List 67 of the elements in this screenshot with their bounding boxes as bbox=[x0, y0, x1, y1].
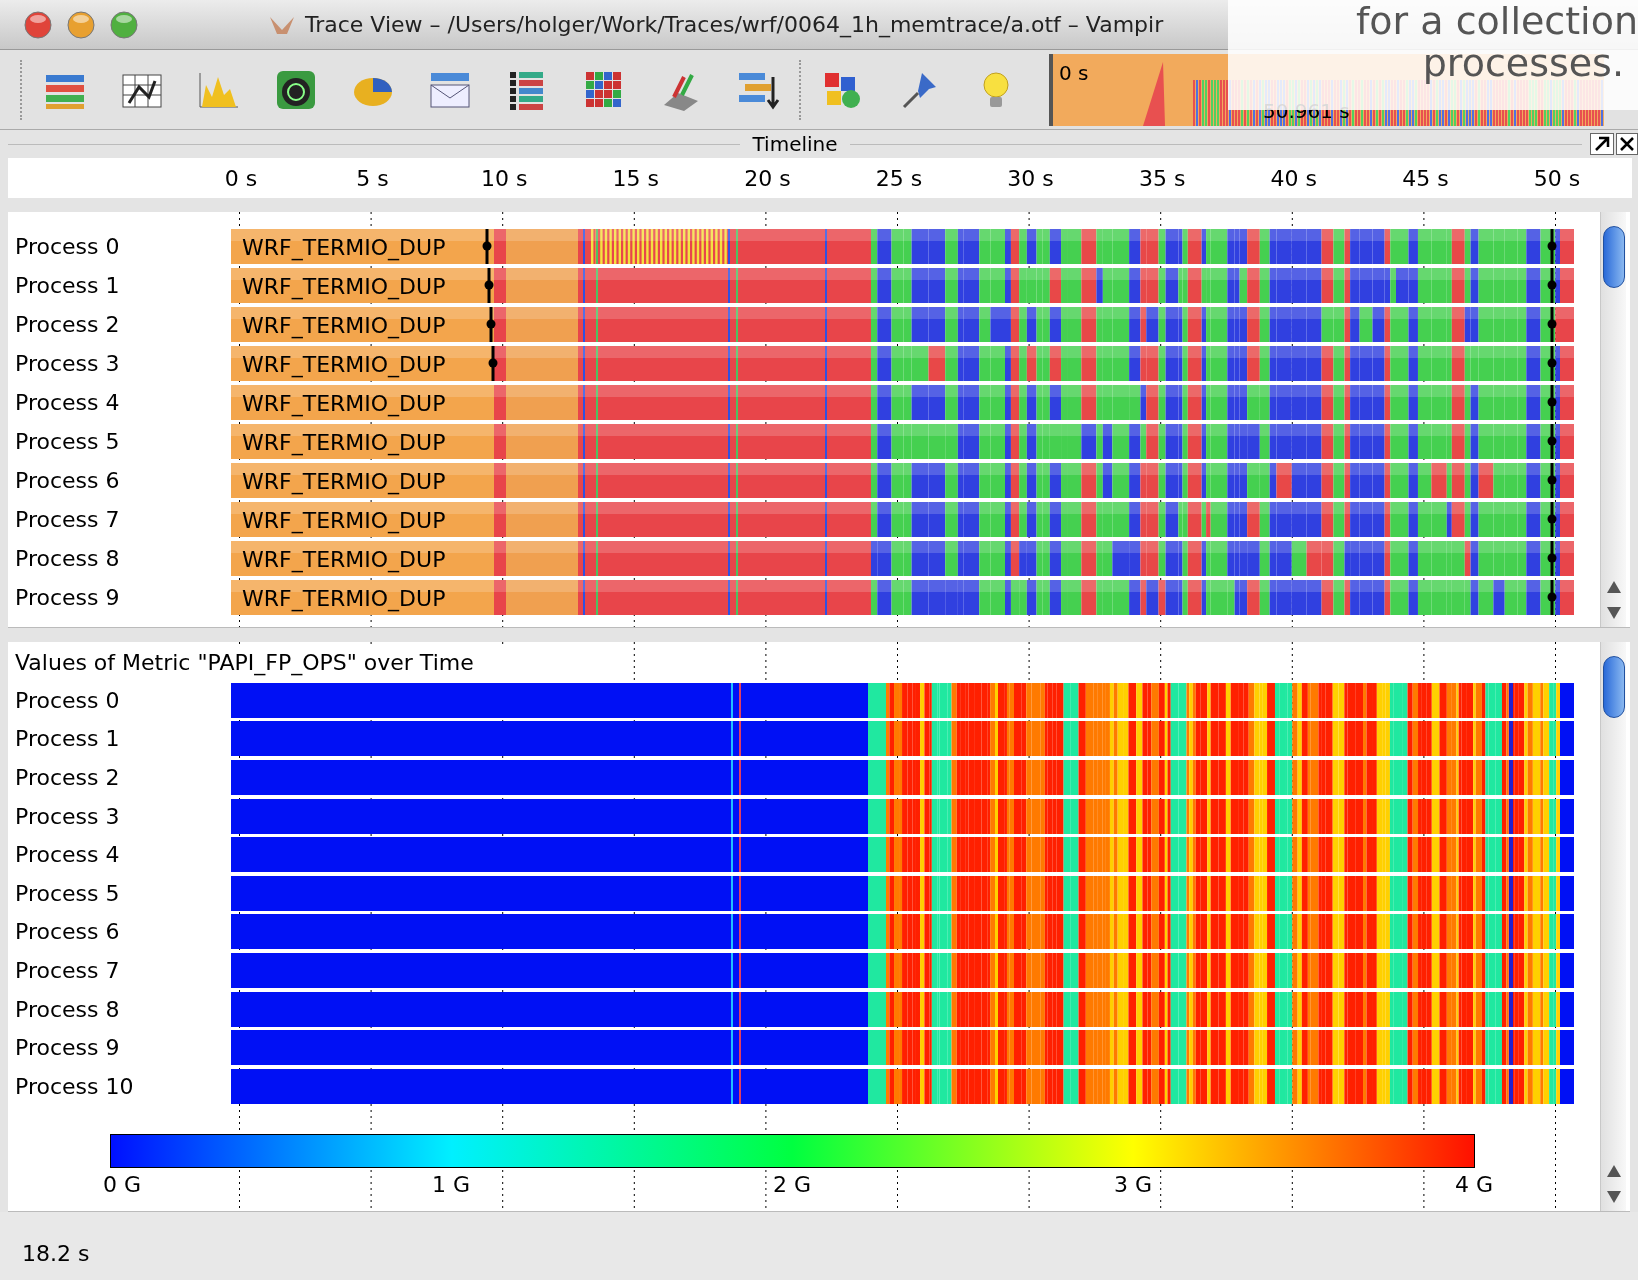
scale-tick-label: 1 G bbox=[432, 1170, 470, 1199]
process-label: Process 7 bbox=[14, 956, 121, 985]
scroll-up-icon[interactable] bbox=[1606, 581, 1621, 593]
axis-tick-label: 25 s bbox=[875, 165, 923, 193]
scroll-thumb[interactable] bbox=[1602, 226, 1625, 288]
function-label: WRF_TERMIO_DUP bbox=[242, 468, 446, 497]
caption-text: processes. bbox=[1422, 42, 1625, 84]
process-label: Process 9 bbox=[14, 1034, 121, 1063]
process-label: Process 1 bbox=[14, 725, 121, 754]
axis-tick-label: 50 s bbox=[1533, 165, 1581, 193]
axis-tick-label: 35 s bbox=[1138, 165, 1186, 193]
scrollbar[interactable] bbox=[1600, 642, 1626, 1211]
scroll-down-icon[interactable] bbox=[1606, 607, 1621, 619]
zoom-window-icon[interactable] bbox=[110, 10, 138, 39]
process-label: Process 2 bbox=[14, 764, 121, 792]
close-icon[interactable] bbox=[1616, 133, 1638, 155]
process-label: Process 2 bbox=[14, 311, 121, 339]
scroll-thumb[interactable] bbox=[1602, 656, 1625, 718]
function-label: WRF_TERMIO_DUP bbox=[242, 312, 446, 341]
process-label: Process 6 bbox=[14, 918, 121, 947]
process-label: Process 8 bbox=[14, 545, 121, 573]
function-label: WRF_TERMIO_DUP bbox=[242, 273, 446, 302]
status-time: 18.2 s bbox=[22, 1240, 90, 1268]
panel-title: Timeline bbox=[751, 131, 839, 158]
process-label: Process 9 bbox=[14, 584, 121, 612]
process-label: Process 4 bbox=[14, 389, 121, 417]
scale-tick-label: 0 G bbox=[103, 1170, 141, 1199]
process-label: Process 0 bbox=[14, 233, 121, 261]
axis-tick-label: 20 s bbox=[744, 165, 791, 193]
process-label: Process 5 bbox=[14, 879, 121, 908]
scroll-down-icon[interactable] bbox=[1606, 1191, 1621, 1203]
scale-tick-label: 3 G bbox=[1114, 1170, 1152, 1199]
overview-start-label: 0 s bbox=[1059, 59, 1089, 87]
function-label: WRF_TERMIO_DUP bbox=[242, 351, 446, 380]
function-label: WRF_TERMIO_DUP bbox=[242, 429, 446, 458]
scale-tick-label: 2 G bbox=[773, 1170, 811, 1199]
maximize-icon[interactable] bbox=[1590, 133, 1614, 155]
axis-tick-label: 15 s bbox=[612, 165, 659, 193]
scale-tick-label: 4 G bbox=[1455, 1170, 1493, 1199]
axis-tick-label: 5 s bbox=[356, 165, 389, 193]
function-label: WRF_TERMIO_DUP bbox=[242, 585, 446, 614]
process-label: Process 8 bbox=[14, 995, 121, 1024]
caption-text: for a collection bbox=[1356, 0, 1638, 42]
function-label: WRF_TERMIO_DUP bbox=[242, 546, 446, 575]
close-window-icon[interactable] bbox=[24, 10, 52, 39]
process-label: Process 7 bbox=[14, 506, 121, 534]
axis-tick-label: 10 s bbox=[480, 165, 528, 193]
window-title: Trace View – /Users/holger/Work/Traces/wrf/0064_1h_memtrace/a.otf – Vampir bbox=[305, 11, 1164, 40]
process-label: Process 0 bbox=[14, 686, 121, 715]
function-label: WRF_TERMIO_DUP bbox=[242, 390, 446, 419]
process-label: Process 10 bbox=[14, 1072, 135, 1101]
scrollbar[interactable] bbox=[1600, 212, 1626, 627]
function-label: WRF_TERMIO_DUP bbox=[242, 234, 446, 263]
process-label: Process 4 bbox=[14, 841, 121, 870]
process-label: Process 3 bbox=[14, 350, 121, 378]
axis-tick-label: 40 s bbox=[1270, 165, 1317, 193]
minimize-window-icon[interactable] bbox=[67, 10, 95, 39]
axis-tick-label: 45 s bbox=[1402, 165, 1449, 193]
process-label: Process 6 bbox=[14, 467, 121, 495]
function-label: WRF_TERMIO_DUP bbox=[242, 507, 446, 536]
axis-tick-label: 0 s bbox=[224, 165, 258, 193]
overview-end-label: 50.961 s bbox=[1263, 97, 1350, 125]
axis-tick-label: 30 s bbox=[1007, 165, 1054, 193]
scroll-up-icon[interactable] bbox=[1606, 1165, 1621, 1177]
process-label: Process 3 bbox=[14, 802, 121, 831]
process-label: Process 5 bbox=[14, 428, 121, 456]
process-label: Process 1 bbox=[14, 272, 121, 300]
